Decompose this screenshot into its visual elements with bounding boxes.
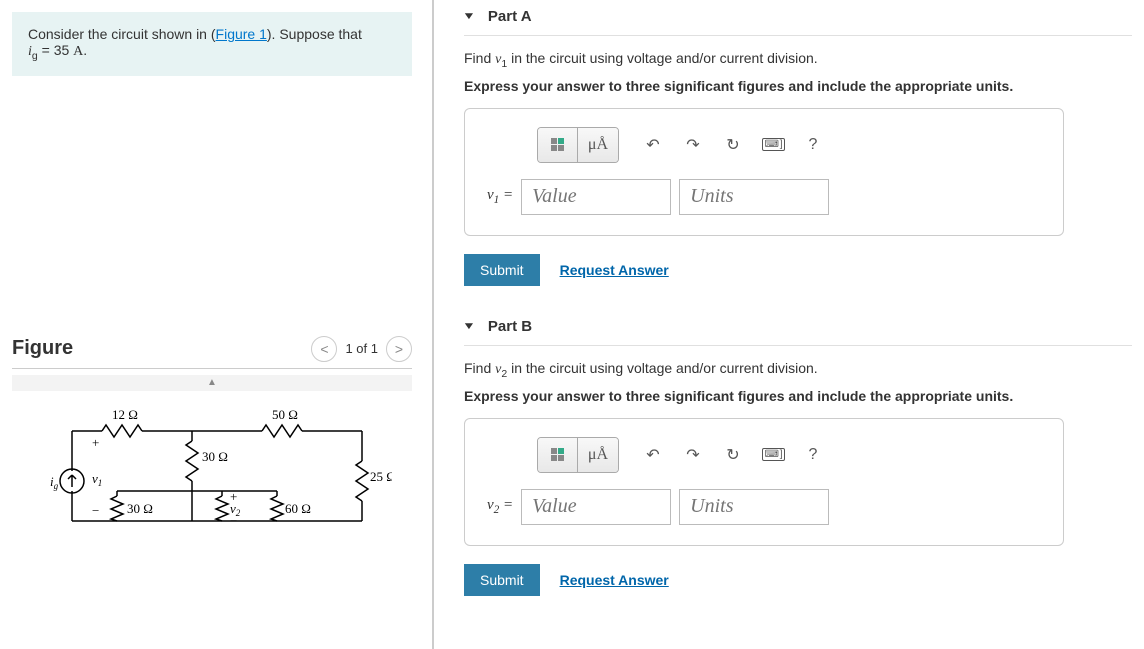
request-answer-link[interactable]: Request Answer: [560, 572, 669, 588]
question-text: Find v1 in the circuit using voltage and…: [464, 50, 1132, 70]
reset-button[interactable]: ↻: [715, 438, 751, 472]
svg-text:30 Ω: 30 Ω: [202, 449, 228, 464]
units-angstrom-button[interactable]: μÅ: [578, 128, 618, 162]
redo-button[interactable]: ↷: [675, 438, 711, 472]
part-title: Part A: [488, 8, 532, 25]
svg-text:12 Ω: 12 Ω: [112, 407, 138, 422]
units-angstrom-button[interactable]: μÅ: [578, 438, 618, 472]
part-a-section: ▼ Part A Find v1 in the circuit using vo…: [464, 0, 1132, 286]
help-button[interactable]: ?: [795, 128, 831, 162]
svg-text:ig: ig: [50, 474, 59, 491]
submit-button[interactable]: Submit: [464, 254, 540, 286]
instruction-text: Express your answer to three significant…: [464, 388, 1132, 404]
submit-button[interactable]: Submit: [464, 564, 540, 596]
answer-box: μÅ ↶ ↷ ↻ ⌨ ] ? v2 =: [464, 418, 1064, 546]
svg-text:v1: v1: [92, 471, 102, 488]
question-text: Find v2 in the circuit using voltage and…: [464, 360, 1132, 380]
part-b-section: ▼ Part B Find v2 in the circuit using vo…: [464, 310, 1132, 596]
units-input[interactable]: [679, 489, 829, 525]
answer-box: μÅ ↶ ↷ ↻ ⌨ ] ? v1 =: [464, 108, 1064, 236]
units-input[interactable]: [679, 179, 829, 215]
undo-button[interactable]: ↶: [635, 438, 671, 472]
redo-button[interactable]: ↷: [675, 128, 711, 162]
figure-prev-button[interactable]: <: [311, 336, 337, 362]
figure-next-button[interactable]: >: [386, 336, 412, 362]
svg-text:30 Ω: 30 Ω: [127, 501, 153, 516]
problem-text: Consider the circuit shown in (: [28, 26, 216, 42]
keyboard-button[interactable]: ⌨ ]: [755, 438, 791, 472]
instruction-text: Express your answer to three significant…: [464, 78, 1132, 94]
svg-text:60 Ω: 60 Ω: [285, 501, 311, 516]
svg-text:50 Ω: 50 Ω: [272, 407, 298, 422]
template-button[interactable]: [538, 438, 578, 472]
svg-text:−: −: [230, 513, 237, 528]
scroll-up-icon[interactable]: ▲: [12, 375, 412, 391]
svg-text:−: −: [92, 503, 99, 518]
svg-text:+: +: [92, 435, 99, 450]
help-button[interactable]: ?: [795, 438, 831, 472]
figure-title: Figure: [12, 337, 73, 360]
problem-statement: Consider the circuit shown in (Figure 1)…: [12, 12, 412, 76]
value-input[interactable]: [521, 179, 671, 215]
value-input[interactable]: [521, 489, 671, 525]
answer-label: v1 =: [487, 187, 513, 206]
part-title: Part B: [488, 318, 532, 335]
answer-label: v2 =: [487, 497, 513, 516]
collapse-icon[interactable]: ▼: [462, 11, 476, 22]
figure-counter: 1 of 1: [345, 341, 378, 356]
figure-link[interactable]: Figure 1: [216, 26, 267, 42]
reset-button[interactable]: ↻: [715, 128, 751, 162]
keyboard-button[interactable]: ⌨ ]: [755, 128, 791, 162]
collapse-icon[interactable]: ▼: [462, 321, 476, 332]
request-answer-link[interactable]: Request Answer: [560, 262, 669, 278]
template-button[interactable]: [538, 128, 578, 162]
circuit-diagram: 12 Ω 50 Ω 30 Ω 25 Ω 30 Ω 60 Ω ig + v1 − …: [32, 401, 392, 541]
svg-text:25 Ω: 25 Ω: [370, 469, 392, 484]
undo-button[interactable]: ↶: [635, 128, 671, 162]
